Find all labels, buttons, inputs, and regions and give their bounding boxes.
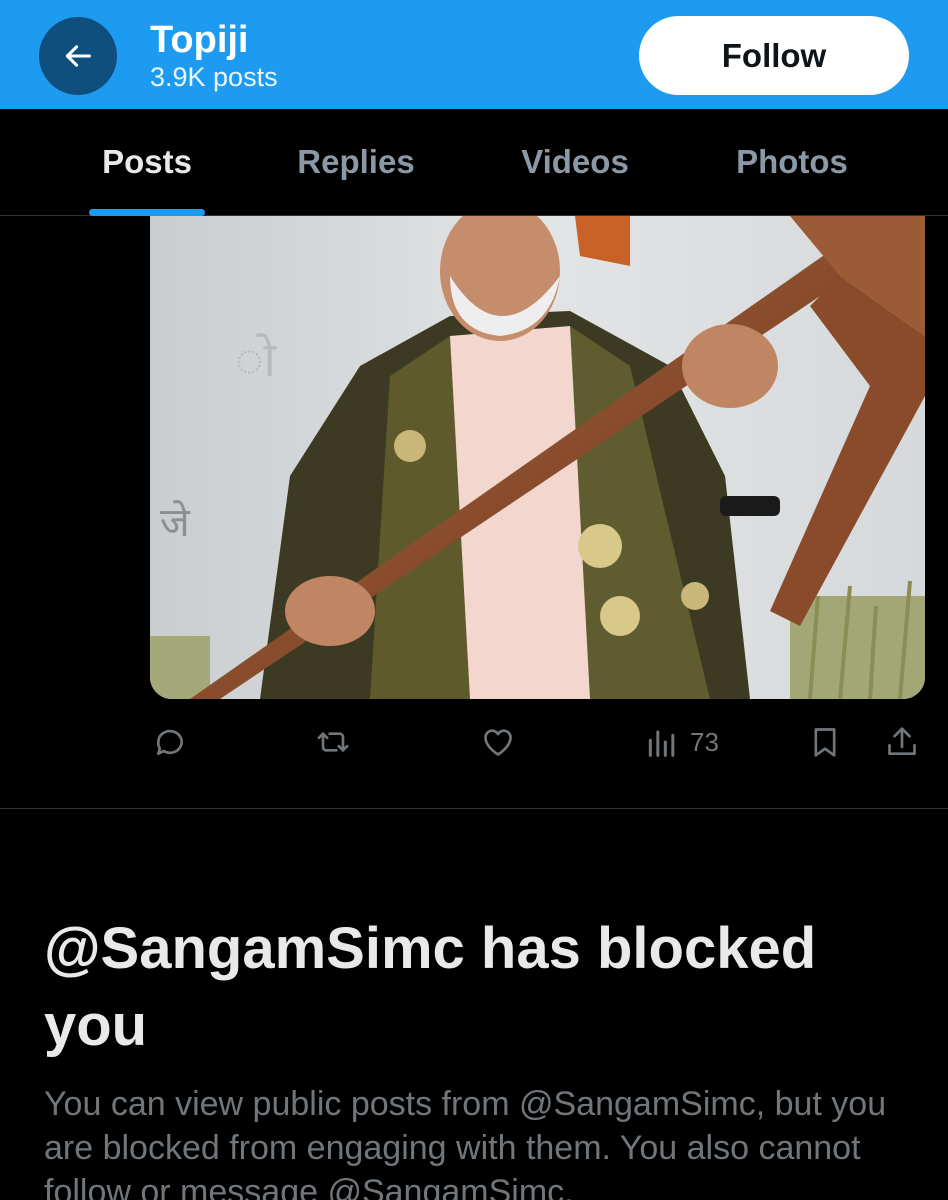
like-button[interactable] [478, 712, 518, 772]
share-button[interactable] [882, 712, 922, 772]
reply-icon [156, 729, 183, 755]
section-divider [0, 808, 948, 809]
post-actions: 73 [0, 712, 948, 772]
views-count: 73 [690, 726, 719, 757]
back-button[interactable] [39, 17, 117, 95]
profile-header: Topiji 3.9K posts Follow [0, 0, 948, 109]
post-count: 3.9K posts [150, 62, 278, 92]
repost-icon [317, 732, 349, 752]
follow-button[interactable]: Follow [639, 16, 909, 95]
tab-posts[interactable]: Posts [89, 109, 205, 215]
reply-button[interactable] [150, 712, 190, 772]
post-image[interactable]: जे ो [150, 216, 925, 699]
arrow-left-icon [65, 45, 91, 67]
svg-text:ो: ो [235, 332, 278, 388]
tab-replies[interactable]: Replies [283, 109, 429, 215]
tab-photos[interactable]: Photos [724, 109, 860, 215]
profile-name: Topiji [150, 19, 249, 61]
profile-page: Topiji 3.9K posts Follow Posts Replies V… [0, 0, 948, 1200]
photo-image: जे ो [150, 216, 925, 699]
like-icon [484, 729, 512, 756]
views-button[interactable]: 73 [642, 712, 719, 772]
bookmark-icon [814, 728, 836, 757]
views-icon [648, 730, 675, 757]
profile-tabs: Posts Replies Videos Photos [0, 109, 948, 216]
active-tab-indicator [89, 209, 205, 216]
svg-text:जे: जे [160, 500, 191, 546]
blocked-message: You can view public posts from @SangamSi… [44, 1085, 887, 1200]
share-icon [888, 727, 916, 755]
bookmark-button[interactable] [805, 712, 845, 772]
blocked-title: @SangamSimc has blocked you [44, 916, 817, 1058]
repost-button[interactable] [313, 712, 353, 772]
tab-videos[interactable]: Videos [508, 109, 642, 215]
